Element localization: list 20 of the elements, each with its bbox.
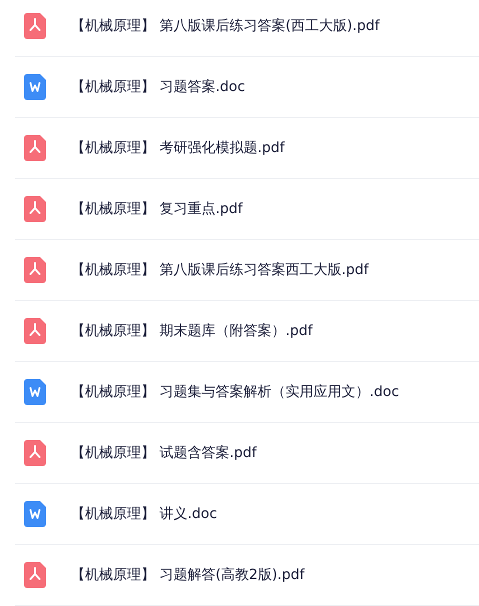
word-file-icon — [24, 501, 46, 527]
pdf-file-icon — [24, 562, 46, 588]
file-name-link[interactable]: 【机械原理】 习题解答(高教2版).pdf — [71, 566, 304, 584]
file-name-link[interactable]: 【机械原理】 第八版课后练习答案(西工大版).pdf — [71, 17, 380, 35]
word-file-icon — [24, 379, 46, 405]
pdf-file-icon — [24, 257, 46, 283]
pdf-file-icon — [24, 196, 46, 222]
pdf-file-icon — [24, 135, 46, 161]
word-file-icon — [24, 74, 46, 100]
file-name-link[interactable]: 【机械原理】 习题集与答案解析（实用应用文）.doc — [71, 383, 400, 401]
file-name-link[interactable]: 【机械原理】 试题含答案.pdf — [71, 444, 257, 462]
file-name-link[interactable]: 【机械原理】 考研强化模拟题.pdf — [71, 139, 285, 157]
file-name-link[interactable]: 【机械原理】 讲义.doc — [71, 505, 218, 523]
file-name-link[interactable]: 【机械原理】 期末题库（附答案）.pdf — [71, 322, 313, 340]
file-name-link[interactable]: 【机械原理】 第八版课后练习答案西工大版.pdf — [71, 261, 369, 279]
file-name-link[interactable]: 【机械原理】 复习重点.pdf — [71, 200, 243, 218]
pdf-file-icon — [24, 440, 46, 466]
pdf-file-icon — [24, 13, 46, 39]
file-name-link[interactable]: 【机械原理】 习题答案.doc — [71, 78, 246, 96]
pdf-file-icon — [24, 318, 46, 344]
